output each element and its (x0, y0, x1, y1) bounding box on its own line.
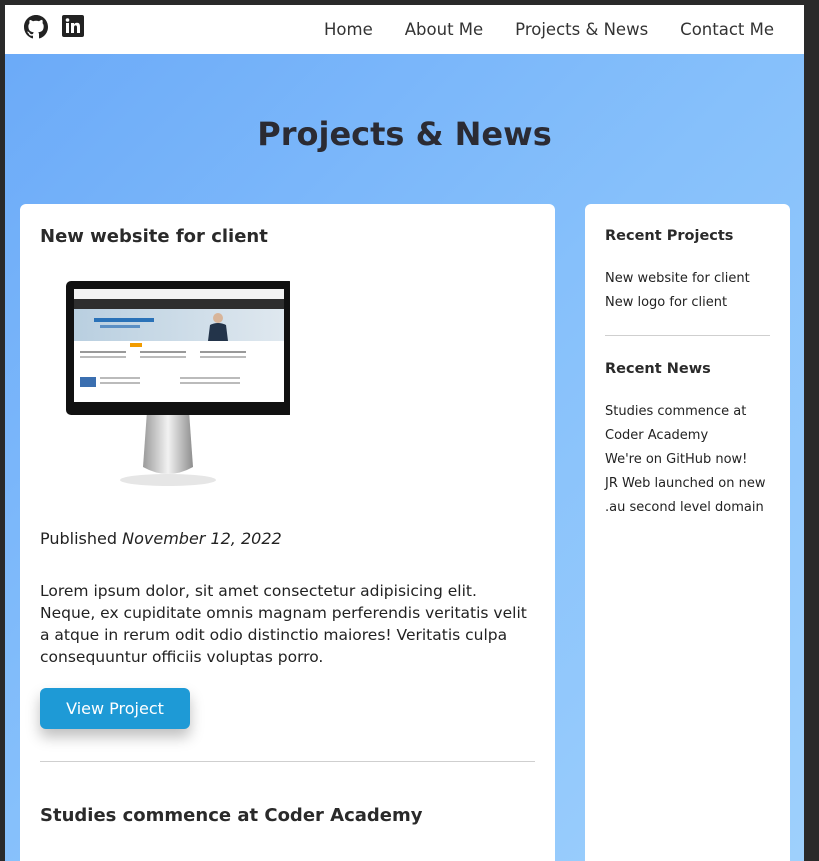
recent-news-item[interactable]: JR Web launched on new .au second level … (605, 472, 775, 520)
view-project-button[interactable]: View Project (40, 688, 190, 729)
project-image (50, 277, 294, 501)
recent-projects-heading: Recent Projects (605, 228, 734, 244)
sidebar-divider (605, 335, 770, 336)
recent-news-item[interactable]: Studies commence at Coder Academy (605, 400, 775, 448)
published-label: Published (40, 529, 118, 548)
linkedin-icon[interactable] (62, 15, 84, 39)
divider (40, 761, 535, 762)
recent-project-item[interactable]: New website for client (605, 267, 775, 291)
post-title[interactable]: New website for client (40, 226, 268, 247)
next-post-title[interactable]: Studies commence at Coder Academy (40, 805, 423, 826)
recent-news-list: Studies commence at Coder Academy We're … (605, 400, 775, 520)
window-edge (804, 0, 819, 861)
recent-news-heading: Recent News (605, 361, 711, 377)
social-links (24, 15, 84, 39)
page: Home About Me Projects & News Contact Me… (5, 5, 804, 861)
post-card: New website for client Published Novembe… (20, 204, 555, 861)
published-line: Published November 12, 2022 (40, 529, 282, 548)
github-icon[interactable] (24, 15, 48, 39)
top-navbar: Home About Me Projects & News Contact Me (5, 5, 804, 54)
post-body: Lorem ipsum dolor, sit amet consectetur … (40, 582, 527, 666)
recent-projects-list: New website for client New logo for clie… (605, 267, 775, 315)
recent-news-item[interactable]: We're on GitHub now! (605, 448, 775, 472)
recent-project-item[interactable]: New logo for client (605, 291, 775, 315)
published-date: November 12, 2022 (122, 529, 282, 548)
main-nav: Home About Me Projects & News Contact Me (324, 5, 774, 54)
page-title: Projects & News (257, 115, 552, 153)
nav-home[interactable]: Home (324, 20, 373, 39)
nav-contact-me[interactable]: Contact Me (680, 20, 774, 39)
nav-projects-news[interactable]: Projects & News (515, 20, 648, 39)
nav-about-me[interactable]: About Me (405, 20, 483, 39)
sidebar: Recent Projects New website for client N… (585, 204, 790, 861)
